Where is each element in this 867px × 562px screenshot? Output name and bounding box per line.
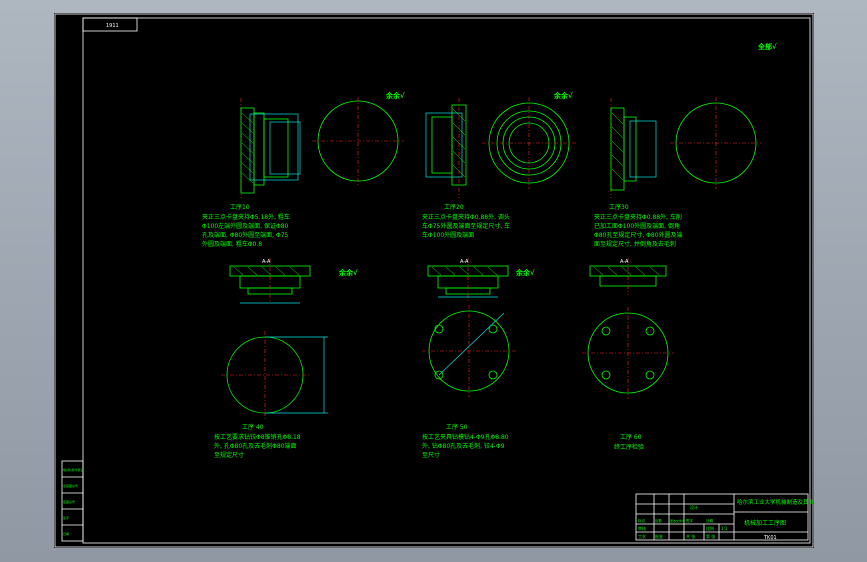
op30-section-view xyxy=(610,98,657,198)
title-block-field-scale-value: 1:1 xyxy=(721,526,728,531)
op20-end-view xyxy=(482,97,576,189)
op10-text-1: 夹正三点卡盘夹持Φ5.18外, 粗车 xyxy=(202,213,290,221)
title-block-row-sign: 签字 xyxy=(686,518,694,523)
op20-text-1: 夹正三点卡盘夹持Φ0.88外, 调头 xyxy=(422,213,510,221)
op10-text-4: 外圆及端面, 粗车Φ0.8 xyxy=(202,240,262,248)
op50-text-2: 外, 钻Φ80孔及去毛刺, 铰4-Φ9 xyxy=(422,442,505,450)
drawing-canvas: 1911 全部√ 借(通)用件登记 旧底图总号 底图总号 签字 日期 余余√ 工… xyxy=(54,13,814,548)
left-strip-label-3: 底图总号 xyxy=(63,499,75,504)
op10-end-view xyxy=(312,97,404,185)
op40-text-3: 至规定尺寸 xyxy=(214,451,244,459)
op30-text-3: Φ80孔至规定尺寸, Φ80外圆及端 xyxy=(594,231,683,239)
op50-text-1: 按工艺夹具钻模钻4-Φ9孔Φ8.80 xyxy=(422,433,509,441)
op10-text-3: 孔及端面, Φ80外圆至端面, Φ75 xyxy=(202,231,289,239)
op50-title: 工序 50 xyxy=(446,423,468,431)
cad-viewport: 1911 全部√ 借(通)用件登记 旧底图总号 底图总号 签字 日期 余余√ 工… xyxy=(0,0,867,562)
title-block-row-mark: 标记 xyxy=(638,518,646,523)
op40-text-2: 外, 孔Φ80孔及去毛刺Φ80端面 xyxy=(214,442,297,450)
op50-plan-view xyxy=(422,305,516,397)
drawing-sheet[interactable]: 1911 全部√ 借(通)用件登记 旧底图总号 底图总号 签字 日期 余余√ 工… xyxy=(54,13,814,548)
op30-end-view xyxy=(670,97,762,189)
op10-title: 工序10 xyxy=(230,203,250,211)
op60-plan-view xyxy=(582,307,674,399)
outer-frame xyxy=(54,13,814,548)
title-block-row-count: 处数 xyxy=(655,518,663,523)
op10-section-view xyxy=(240,98,301,198)
op20-mark: 余余√ xyxy=(553,91,573,100)
op20-text-2: 车Φ75外圆及端面至规定尺寸, 车 xyxy=(422,222,510,230)
corner-tag: 1911 xyxy=(106,23,119,29)
op50-mark: 余余√ xyxy=(515,268,535,277)
title-block-field-design: 设计 xyxy=(690,504,698,510)
op30-text-4: 面至规定尺寸, 并倒角及去毛刺 xyxy=(594,240,676,248)
title-block-field-scale: 比例 xyxy=(706,525,714,531)
op40-text-1: 按工艺要求钻铰Φ8锥销孔Φ8.18 xyxy=(214,433,301,441)
op40-mark: 余余√ xyxy=(338,268,358,277)
op20-text-3: 车Φ100外圆及端面 xyxy=(422,231,474,239)
op40-title: 工序 40 xyxy=(242,423,264,431)
op30-title: 工序30 xyxy=(609,203,629,211)
inner-frame xyxy=(82,17,811,544)
title-block-row-docno: 更改文件号 xyxy=(670,518,685,523)
title-block-field-process: 工艺 xyxy=(638,534,646,539)
title-block-code: TK01 xyxy=(763,535,777,541)
left-strip: 借(通)用件登记 旧底图总号 底图总号 签字 日期 xyxy=(61,460,84,542)
op40-section-label: A-A xyxy=(262,259,271,265)
op10-mark: 余余√ xyxy=(385,91,405,100)
op60-section-label: A-A xyxy=(620,259,629,265)
op30-text-2: 已加工面Φ100外圆及端面, 倒角 xyxy=(594,222,680,230)
title-block-field-sheet-no: 第 张 xyxy=(706,533,715,539)
left-strip-label-2: 旧底图总号 xyxy=(63,483,78,488)
title-block-school: 哈尔滨工业大学机械制造及其自动化 xyxy=(737,498,814,506)
op60-title: 工序 60 xyxy=(620,433,642,441)
op40-plan-view xyxy=(221,331,328,419)
title-block-field-sheets: 共 张 xyxy=(686,533,695,539)
op50-section-label: A-A xyxy=(460,259,469,265)
left-strip-label-1: 借(通)用件登记 xyxy=(63,467,83,472)
op20-title: 工序20 xyxy=(444,203,464,211)
title-block-field-review: 审核 xyxy=(638,525,646,531)
general-roughness-mark: 全部√ xyxy=(757,42,777,51)
title-block-row-date: 日期 xyxy=(706,518,714,523)
op20-section-view xyxy=(425,98,467,198)
title-block-field-approve: 批准 xyxy=(655,533,663,539)
op10-text-2: Φ100左端外圆及端面, 保证Φ80 xyxy=(202,222,289,230)
op30-text-1: 夹正三点卡盘夹持Φ0.88外, 车削 xyxy=(594,213,682,221)
title-block-drawing-name: 机械加工工序图 xyxy=(744,519,786,527)
left-strip-label-4: 签字 xyxy=(63,515,69,520)
left-strip-label-5: 日期 xyxy=(63,531,69,536)
op60-text-1: 终工序检验 xyxy=(614,443,644,451)
op50-text-3: 至尺寸 xyxy=(422,451,440,459)
